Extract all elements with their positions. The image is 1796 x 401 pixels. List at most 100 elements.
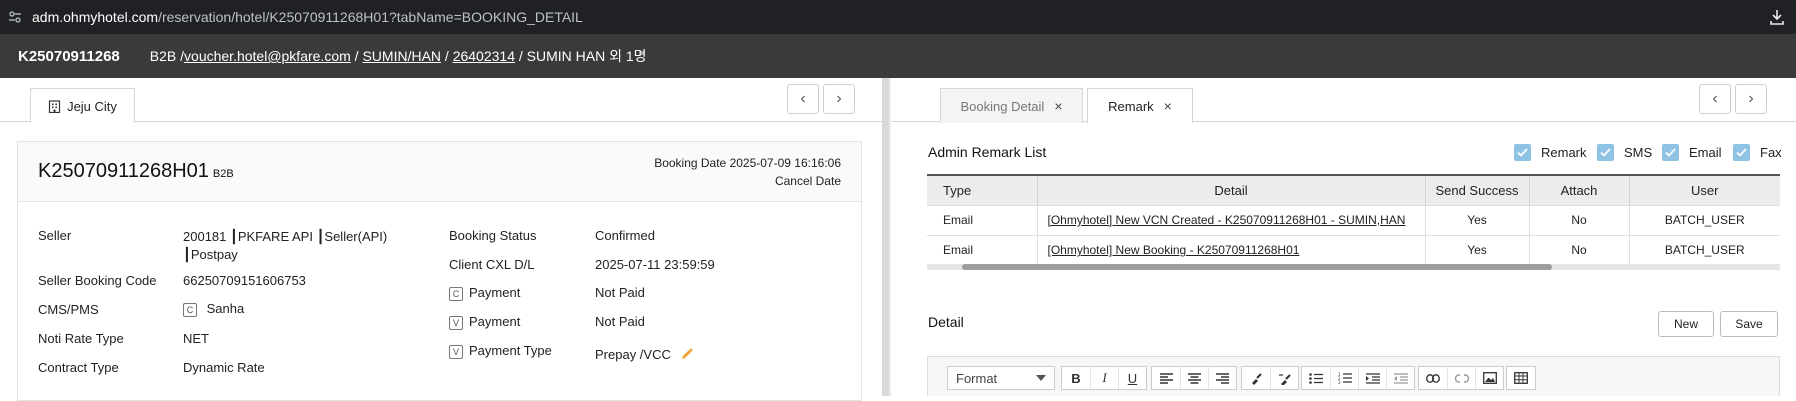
email-link[interactable]: voucher.hotel@pkfare.com xyxy=(184,48,351,64)
booking-dates: Booking Date 2025-07-09 16:16:06 Cancel … xyxy=(654,154,841,190)
table-icon[interactable] xyxy=(1507,367,1535,389)
checkbox-checked-icon[interactable] xyxy=(1733,144,1750,161)
table-horizontal-scrollbar[interactable] xyxy=(927,264,1780,270)
checkbox-checked-icon[interactable] xyxy=(1597,144,1614,161)
booking-id-text: K25070911268H01 xyxy=(38,160,209,182)
close-icon[interactable]: × xyxy=(1054,98,1062,114)
guest-code-link[interactable]: SUMIN/HAN xyxy=(362,48,441,64)
cell-send-success: Yes xyxy=(1424,234,1529,265)
contract-value: Dynamic Rate xyxy=(183,360,265,375)
cms-box: C xyxy=(183,302,197,317)
next-tab-button[interactable]: › xyxy=(823,84,855,114)
table-row[interactable]: Email [Ohmyhotel] New Booking - K2507091… xyxy=(927,234,1780,265)
align-right-icon[interactable] xyxy=(1208,367,1236,389)
cell-attach: No xyxy=(1528,204,1629,235)
prev-tab-button[interactable]: ‹ xyxy=(787,84,819,114)
payment-vendor-text: Payment xyxy=(469,314,521,329)
remark-table: Type Detail Send Success Attach User Ema… xyxy=(927,174,1780,265)
save-button[interactable]: Save xyxy=(1720,311,1778,337)
browser-url-bar[interactable]: adm.ohmyhotel.com/reservation/hotel/K250… xyxy=(0,0,1796,34)
cell-user: BATCH_USER xyxy=(1628,204,1780,235)
next-tab-button[interactable]: › xyxy=(1735,84,1767,114)
scrollbar-thumb[interactable] xyxy=(962,264,1552,270)
right-tabstrip: Booking Detail × Remark × ‹ › xyxy=(891,78,1796,123)
url-text[interactable]: adm.ohmyhotel.com/reservation/hotel/K250… xyxy=(32,9,583,25)
channel-label: B2B / xyxy=(149,48,185,64)
pane-splitter[interactable] xyxy=(882,78,889,396)
clear-format-icon[interactable] xyxy=(1270,367,1298,389)
cell-detail-link[interactable]: [Ohmyhotel] New VCN Created - K250709112… xyxy=(1036,204,1425,235)
building-icon xyxy=(48,99,61,113)
cell-type: Email xyxy=(927,234,1037,265)
tab-booking-detail[interactable]: Booking Detail × xyxy=(940,88,1083,123)
contract-label: Contract Type xyxy=(38,360,119,375)
breadcrumb-sep: / xyxy=(441,48,453,64)
chevron-left-icon: ‹ xyxy=(800,90,806,107)
booking-card-header: K25070911268H01 B2B Booking Date 2025-07-… xyxy=(18,142,861,202)
col-attach: Attach xyxy=(1528,175,1629,205)
underline-button[interactable]: U xyxy=(1118,367,1146,389)
filter-email[interactable]: Email xyxy=(1662,144,1722,161)
detail-title: Detail xyxy=(928,314,964,330)
filter-fax[interactable]: Fax xyxy=(1733,144,1782,161)
seller-value-line1: 200181 ┃PKFARE API ┃Seller(API) xyxy=(183,229,388,244)
cms-value-text: Sanha xyxy=(206,301,245,316)
payment-type-value: Prepay /VCC xyxy=(595,347,694,362)
svg-text:3: 3 xyxy=(1338,380,1341,384)
close-icon[interactable]: × xyxy=(1164,98,1172,114)
unlink-icon[interactable] xyxy=(1447,367,1475,389)
format-select[interactable]: Format xyxy=(947,366,1055,390)
guest-name: / SUMIN HAN 외 1명 xyxy=(514,48,647,64)
tab-hotel[interactable]: Jeju City xyxy=(30,88,135,123)
format-painter-group xyxy=(1241,366,1299,390)
checkbox-checked-icon[interactable] xyxy=(1662,144,1679,161)
prev-tab-button[interactable]: ‹ xyxy=(1699,84,1731,114)
editor-toolbar: Format B I U 123 xyxy=(927,356,1780,396)
italic-button[interactable]: I xyxy=(1090,367,1118,389)
format-painter-icon[interactable] xyxy=(1242,367,1270,389)
payment-vendor-box: V xyxy=(449,315,463,330)
indent-icon[interactable] xyxy=(1358,367,1386,389)
bulleted-list-icon[interactable] xyxy=(1302,367,1330,389)
reservation-header: K25070911268 B2B / voucher.hotel@pkfare.… xyxy=(0,34,1796,78)
cell-detail-link[interactable]: [Ohmyhotel] New Booking - K25070911268H0… xyxy=(1036,234,1425,265)
member-id-link[interactable]: 26402314 xyxy=(453,48,515,64)
edit-pencil-icon[interactable] xyxy=(680,347,694,361)
cell-send-success: Yes xyxy=(1424,204,1529,235)
outdent-icon[interactable] xyxy=(1386,367,1414,389)
col-type: Type xyxy=(927,175,1037,205)
cxl-value: 2025-07-11 23:59:59 xyxy=(595,257,715,272)
align-left-icon[interactable] xyxy=(1152,367,1180,389)
cxl-label: Client CXL D/L xyxy=(449,257,535,272)
cms-label: CMS/PMS xyxy=(38,302,99,317)
align-center-icon[interactable] xyxy=(1180,367,1208,389)
payment-type-label: V Payment Type xyxy=(449,343,552,359)
cell-type: Email xyxy=(927,204,1037,235)
filter-remark[interactable]: Remark xyxy=(1514,144,1587,161)
right-pane: Booking Detail × Remark × ‹ › Admin Remark… xyxy=(891,78,1796,396)
reservation-number: K25070911268 xyxy=(18,47,120,65)
bold-button[interactable]: B xyxy=(1062,367,1090,389)
site-settings-icon[interactable] xyxy=(8,10,22,24)
numbered-list-icon[interactable]: 123 xyxy=(1330,367,1358,389)
payment-client-box: C xyxy=(449,286,463,301)
payment-client-text: Payment xyxy=(469,285,521,300)
checkbox-checked-icon[interactable] xyxy=(1514,144,1531,161)
align-group xyxy=(1151,366,1237,390)
new-button[interactable]: New xyxy=(1658,311,1714,337)
payment-vendor-value: Not Paid xyxy=(595,314,645,329)
link-icon[interactable] xyxy=(1419,367,1447,389)
image-icon[interactable] xyxy=(1475,367,1503,389)
payment-client-value: Not Paid xyxy=(595,285,645,300)
cms-value: C Sanha xyxy=(183,301,244,317)
booking-id: K25070911268H01 B2B xyxy=(38,160,234,183)
left-pane: Jeju City ‹ › K25070911268H01 B2B Booking… xyxy=(0,78,884,401)
chevron-right-icon: › xyxy=(1748,90,1754,107)
download-icon[interactable] xyxy=(1768,8,1786,26)
filter-sms[interactable]: SMS xyxy=(1597,144,1652,161)
status-value: Confirmed xyxy=(595,228,655,243)
filter-sms-label: SMS xyxy=(1624,145,1653,160)
seller-value-line2: ┃Postpay xyxy=(183,247,238,262)
tab-remark[interactable]: Remark × xyxy=(1087,88,1193,123)
table-row[interactable]: Email [Ohmyhotel] New VCN Created - K250… xyxy=(927,204,1780,235)
